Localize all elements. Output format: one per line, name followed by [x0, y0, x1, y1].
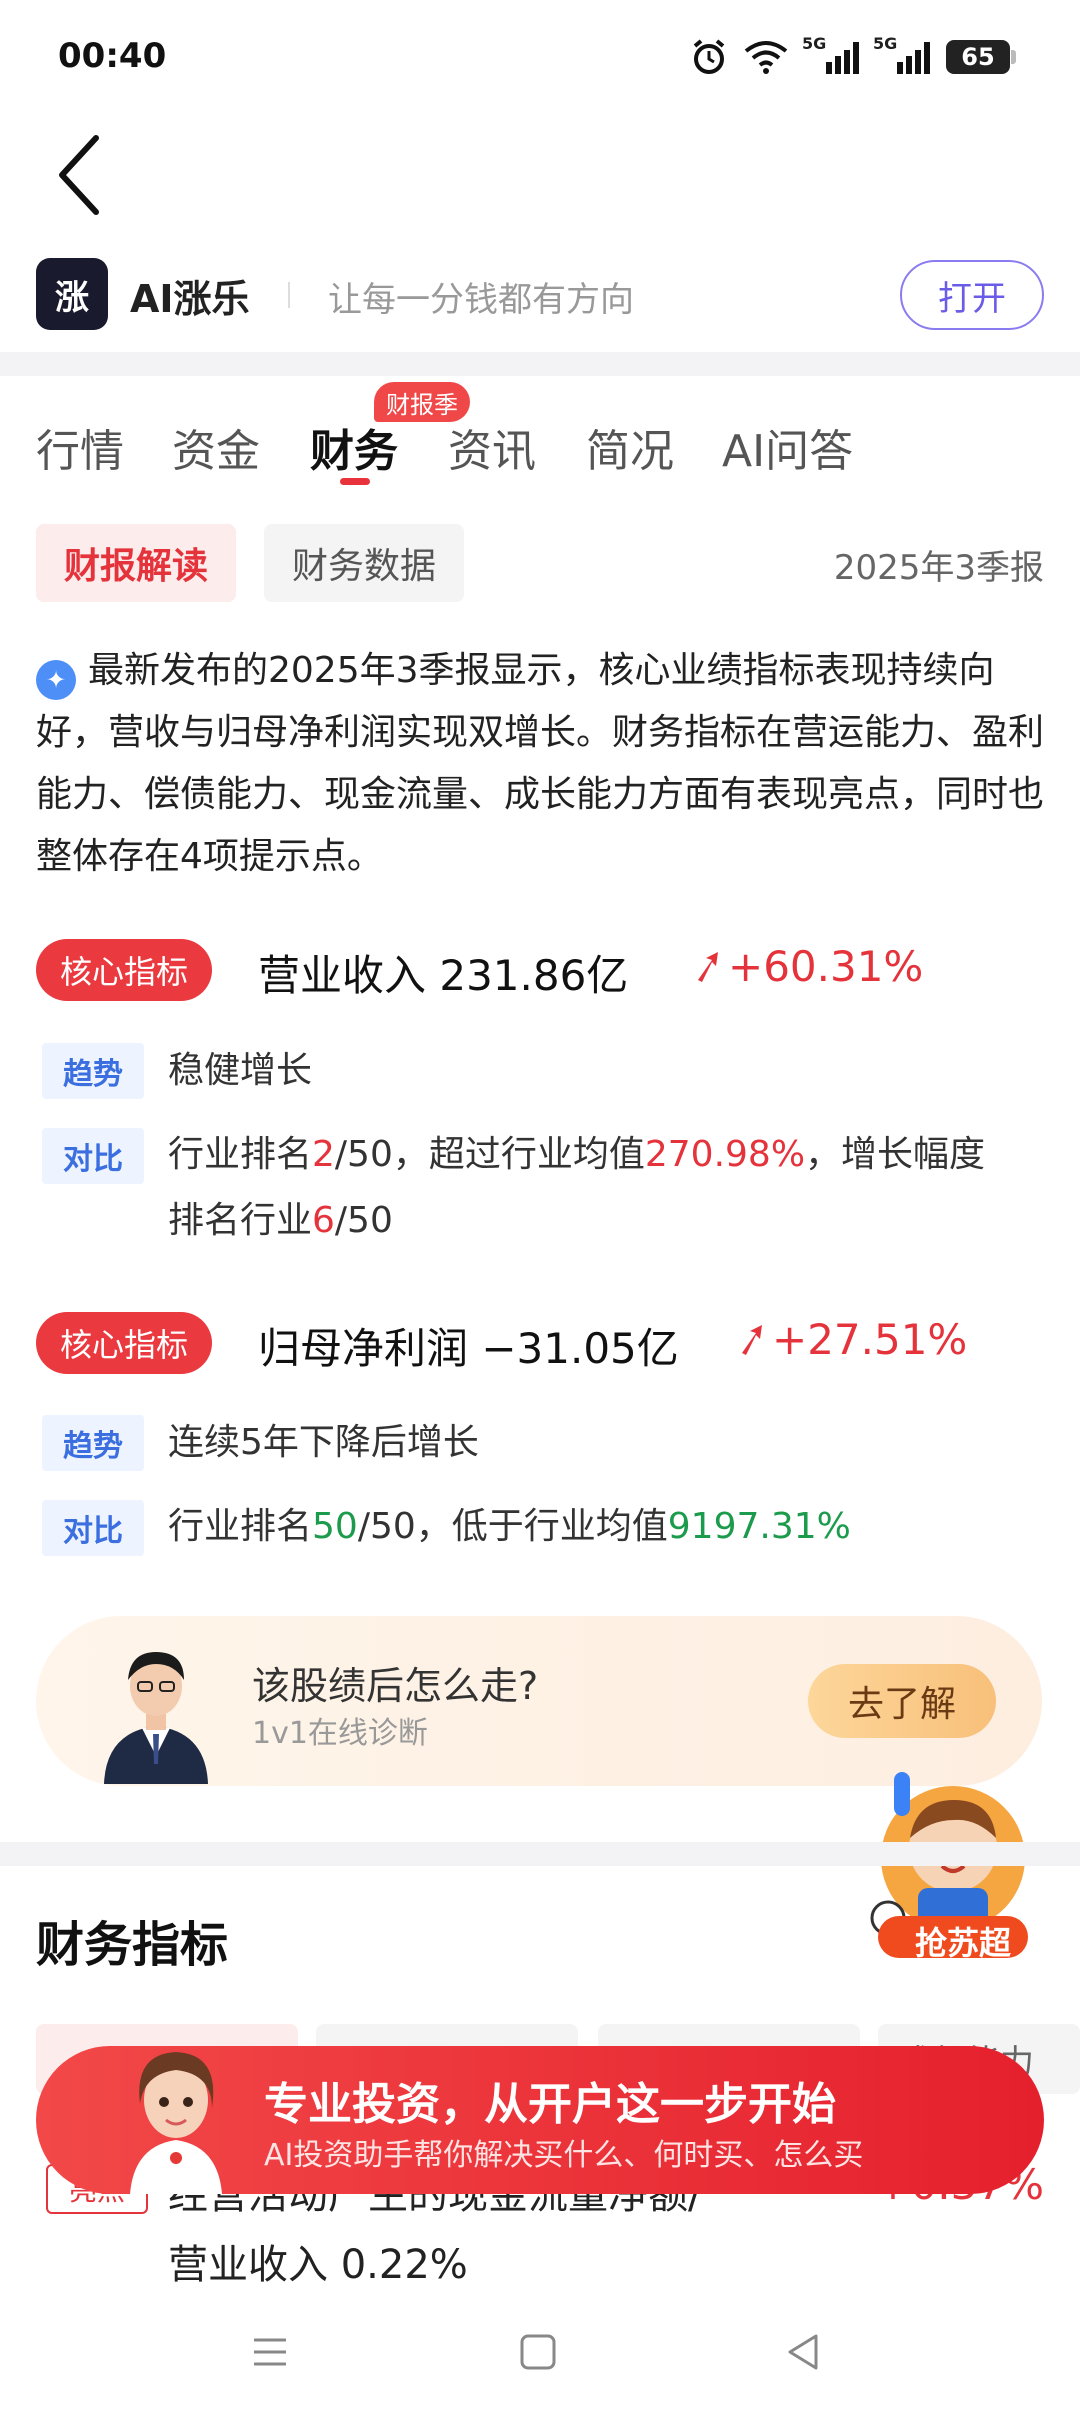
subtab-financial-data[interactable]: 财务数据	[264, 524, 465, 602]
tab-finance[interactable]: 财务	[310, 415, 398, 479]
revenue-change-value: +60.31%	[728, 942, 924, 991]
compare-tag: 对比	[42, 1128, 144, 1184]
app-logo: 涨	[36, 258, 108, 330]
compare-percent: 270.98%	[644, 1134, 806, 1175]
section-divider	[0, 1842, 1080, 1866]
assistant-avatar	[130, 2052, 222, 2194]
report-period[interactable]: 2025年3季报	[834, 540, 1044, 589]
tab-news[interactable]: 资讯	[448, 415, 536, 479]
tab-ai-qa[interactable]: AI问答	[722, 415, 853, 479]
revenue-compare: 行业排名2/50，超过行业均值270.98%，增长幅度 排名行业6/50	[168, 1122, 1048, 1254]
status-time: 00:40	[58, 36, 167, 76]
alarm-icon	[693, 39, 725, 74]
compare-rank: 6	[312, 1200, 335, 1241]
trend-tag: 趋势	[42, 1415, 144, 1471]
open-app-button[interactable]: 打开	[900, 260, 1044, 330]
compare-rank: 50	[312, 1506, 358, 1547]
battery-icon: 65	[946, 40, 1016, 74]
advisor-avatar	[104, 1652, 208, 1784]
revenue-trend: 稳健增长	[168, 1050, 313, 1091]
app-name: AI涨乐	[130, 277, 250, 321]
home-icon[interactable]	[508, 2322, 568, 2382]
earnings-season-badge: 财报季	[374, 382, 470, 422]
learn-more-button[interactable]: 去了解	[808, 1664, 996, 1738]
compare-rank: 2	[312, 1134, 335, 1175]
consult-subtitle: 1v1在线诊断	[252, 1716, 428, 1751]
arrow-up-icon	[742, 1324, 762, 1355]
signal-2-icon: 5G	[873, 34, 930, 74]
revenue-change: +60.31%	[694, 942, 923, 991]
net-profit-change-value: +27.51%	[772, 1315, 968, 1364]
app-separator	[288, 282, 290, 308]
net-profit-change: +27.51%	[738, 1315, 967, 1364]
compare-tag: 对比	[42, 1500, 144, 1556]
compare-text: 行业排名	[168, 1134, 313, 1175]
compare-percent: 9197.31%	[667, 1506, 851, 1547]
compare-text: 排名行业	[168, 1200, 313, 1241]
section-divider	[0, 352, 1080, 376]
promo-subtitle: AI投资助手帮你解决买什么、何时买、怎么买	[264, 2138, 864, 2173]
compare-text: /50	[334, 1200, 393, 1241]
signal-1-icon: 5G	[802, 34, 859, 74]
back-arrow-icon[interactable]	[52, 130, 112, 220]
revenue-title: 营业收入 231.86亿	[258, 951, 629, 1000]
summary-text: ✦ 最新发布的2025年3季报显示，核心业绩指标表现持续向好，营收与归母净利润实现…	[36, 640, 1046, 888]
lightbulb-icon: ✦	[36, 660, 76, 700]
net-profit-compare: 行业排名50/50，低于行业均值9197.31%	[168, 1494, 1048, 1560]
mascot-label: 抢苏超	[914, 1924, 1011, 1962]
tab-funds[interactable]: 资金	[172, 415, 260, 479]
tab-overview[interactable]: 简况	[586, 415, 674, 479]
net-profit-title: 归母净利润 −31.05亿	[258, 1324, 679, 1373]
compare-text: 行业排名	[168, 1506, 313, 1547]
subtab-report-interpretation[interactable]: 财报解读	[36, 524, 237, 602]
core-metric-tag: 核心指标	[36, 1312, 213, 1374]
compare-text: /50，超过行业均值	[334, 1134, 645, 1175]
active-tab-indicator	[340, 478, 370, 485]
consult-title: 该股绩后怎么走?	[252, 1664, 539, 1708]
compare-text: ，增长幅度	[805, 1134, 986, 1175]
signal-1-label: 5G	[802, 34, 827, 53]
trend-tag: 趋势	[42, 1043, 144, 1099]
core-metric-tag: 核心指标	[36, 939, 213, 1001]
cashflow-line2: 营业收入 0.22%	[168, 2242, 468, 2288]
promo-title: 专业投资，从开户这一步开始	[264, 2079, 836, 2130]
tab-market[interactable]: 行情	[36, 415, 124, 479]
net-profit-trend: 连续5年下降后增长	[168, 1422, 479, 1463]
back-icon[interactable]	[774, 2322, 834, 2382]
app-slogan: 让每一分钱都有方向	[328, 280, 634, 320]
menu-icon[interactable]	[240, 2322, 300, 2382]
financial-indicators-title: 财务指标	[36, 1917, 229, 1973]
status-icons: 5G 5G 65	[690, 34, 1016, 76]
signal-2-label: 5G	[873, 34, 898, 53]
compare-text: /50，低于行业均值	[357, 1506, 668, 1547]
arrow-up-icon	[698, 951, 718, 982]
wifi-icon	[744, 41, 788, 74]
summary-body: 最新发布的2025年3季报显示，核心业绩指标表现持续向好，营收与归母净利润实现双…	[36, 650, 1045, 877]
